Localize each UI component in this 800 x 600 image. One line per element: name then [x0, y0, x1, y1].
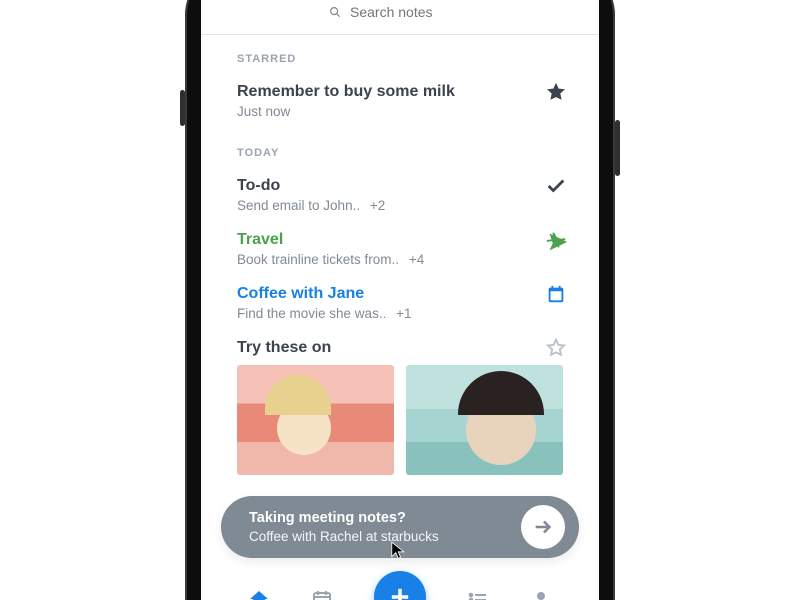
- note-title: To-do: [237, 177, 563, 195]
- search-input[interactable]: [348, 3, 472, 21]
- note-milk[interactable]: Remember to buy some milk Just now: [237, 75, 563, 129]
- note-subtitle: Just now: [237, 104, 563, 119]
- note-subtitle: Find the movie she was.. +1: [237, 306, 563, 321]
- note-coffee[interactable]: Coffee with Jane Find the movie she was.…: [237, 277, 563, 331]
- suggestion-subtitle: Coffee with Rachel at starbucks: [249, 529, 509, 544]
- fab-add[interactable]: [374, 571, 426, 600]
- note-todo[interactable]: To-do Send email to John.. +2: [237, 169, 563, 223]
- tab-profile[interactable]: [529, 588, 553, 600]
- section-today: Today: [237, 147, 563, 159]
- section-starred: Starred: [237, 53, 563, 65]
- note-subtitle-text: Book trainline tickets from..: [237, 252, 399, 267]
- note-more-count: +4: [409, 252, 424, 267]
- check-icon: [545, 175, 567, 197]
- note-subtitle: Book trainline tickets from.. +4: [237, 252, 563, 267]
- bottom-nav: [201, 570, 599, 600]
- star-outline-icon[interactable]: [545, 337, 567, 359]
- note-title: Travel: [237, 231, 563, 249]
- note-title: Coffee with Jane: [237, 285, 563, 303]
- note-travel[interactable]: Travel Book trainline tickets from.. +4: [237, 223, 563, 277]
- note-subtitle-text: Send email to John..: [237, 198, 360, 213]
- note-subtitle-text: Find the movie she was..: [237, 306, 386, 321]
- note-title: Remember to buy some milk: [237, 83, 563, 101]
- suggestion-title: Taking meeting notes?: [249, 510, 509, 526]
- calendar-icon: [545, 283, 567, 305]
- photo-thumbnail-1[interactable]: [237, 365, 394, 475]
- suggestion-go-button[interactable]: [521, 505, 565, 549]
- search-bar[interactable]: [201, 0, 599, 35]
- arrow-right-icon: [532, 516, 554, 538]
- tab-home[interactable]: [247, 588, 271, 600]
- search-icon: [328, 5, 342, 19]
- note-more-count: +2: [370, 198, 385, 213]
- photo-thumbnail-2[interactable]: [406, 365, 563, 475]
- app-screen: Starred Remember to buy some milk Just n…: [201, 0, 599, 600]
- plus-icon: [386, 583, 414, 600]
- airplane-icon: [545, 229, 567, 251]
- note-more-count: +1: [396, 306, 411, 321]
- tab-list[interactable]: [466, 588, 490, 600]
- phone-frame: Starred Remember to buy some milk Just n…: [185, 0, 615, 600]
- tab-calendar[interactable]: [310, 588, 334, 600]
- star-icon[interactable]: [545, 81, 567, 103]
- mouse-cursor: [391, 541, 407, 561]
- note-subtitle: Send email to John.. +2: [237, 198, 563, 213]
- note-try-these[interactable]: Try these on: [237, 331, 563, 485]
- note-title: Try these on: [237, 339, 563, 357]
